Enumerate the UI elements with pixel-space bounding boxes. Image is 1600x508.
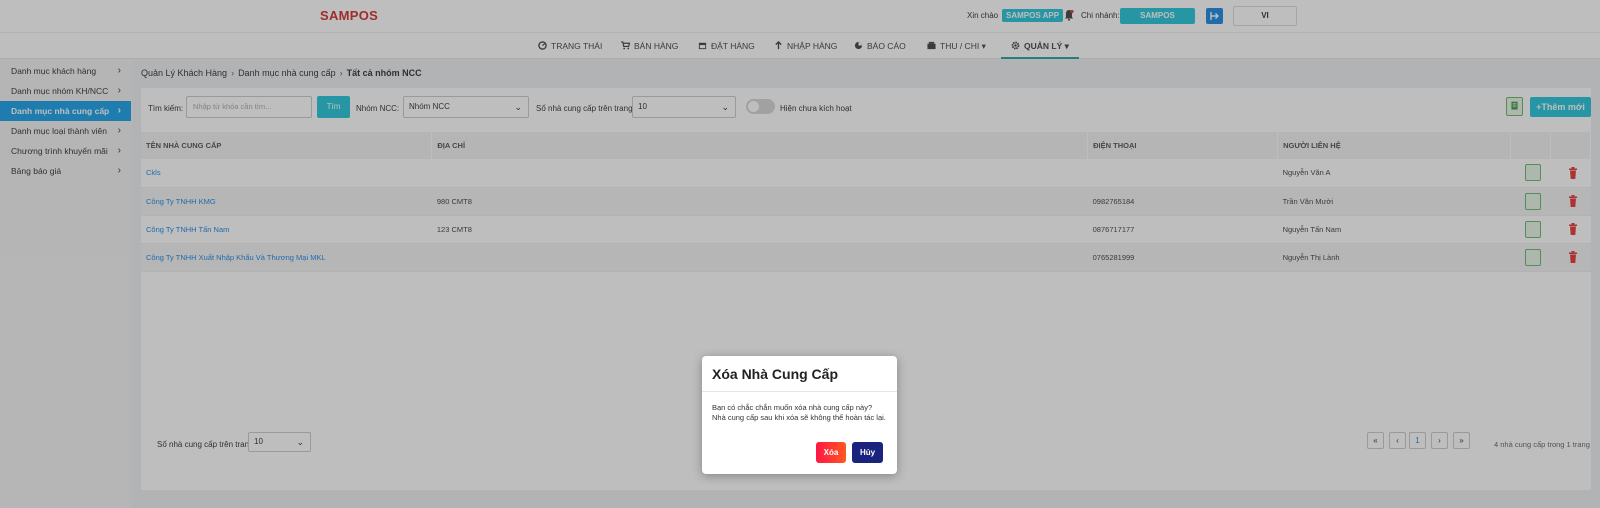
dialog-message-line: Nhà cung cấp sau khi xóa sẽ không thể ho… — [712, 413, 886, 422]
confirm-delete-button[interactable]: Xóa — [816, 442, 846, 463]
cancel-button[interactable]: Hủy — [852, 442, 883, 463]
delete-supplier-dialog: Xóa Nhà Cung Cấp Bạn có chắc chắn muốn x… — [702, 356, 897, 474]
dialog-message: Bạn có chắc chắn muốn xóa nhà cung cấp n… — [712, 403, 892, 423]
dialog-message-line: Bạn có chắc chắn muốn xóa nhà cung cấp n… — [712, 403, 873, 412]
dialog-divider — [702, 391, 897, 392]
dialog-title: Xóa Nhà Cung Cấp — [712, 366, 839, 382]
